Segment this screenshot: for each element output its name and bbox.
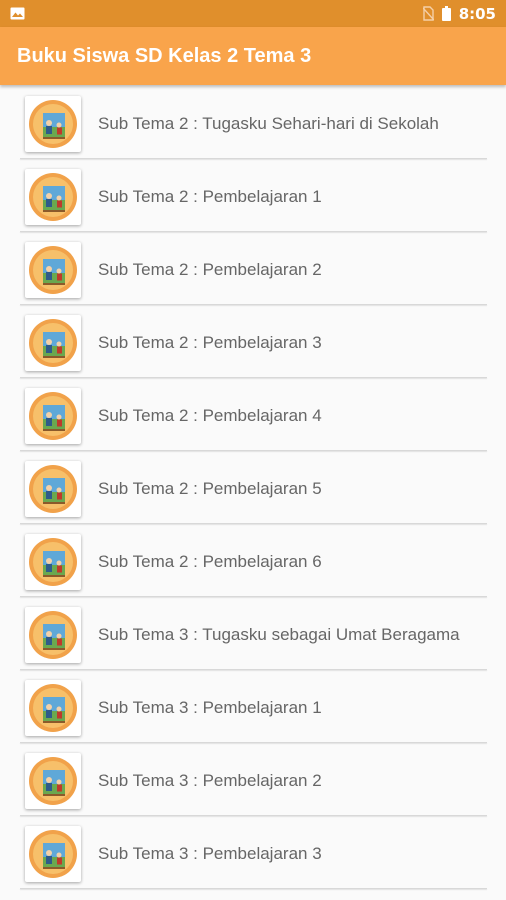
- list-item[interactable]: Sub Tema 2 : Tugasku Sehari-hari di Seko…: [0, 88, 506, 161]
- book-cover-icon: [25, 607, 81, 663]
- list-item[interactable]: Sub Tema 3 : Pembelajaran 3: [0, 818, 506, 891]
- list-item-label: Sub Tema 2 : Pembelajaran 1: [98, 186, 322, 206]
- divider: [20, 742, 487, 743]
- list-item[interactable]: Sub Tema 3 : Pembelajaran 2: [0, 745, 506, 818]
- divider: [20, 158, 487, 159]
- app-bar: Buku Siswa SD Kelas 2 Tema 3: [0, 27, 506, 85]
- battery-icon: [441, 6, 451, 21]
- divider: [20, 669, 487, 670]
- list-item[interactable]: Sub Tema 2 : Pembelajaran 6: [0, 526, 506, 599]
- list-item-label: Sub Tema 2 : Pembelajaran 2: [98, 259, 322, 279]
- divider: [20, 596, 487, 597]
- book-cover-icon: [25, 826, 81, 882]
- divider: [20, 888, 487, 889]
- list-item-label: Sub Tema 3 : Tugasku sebagai Umat Beraga…: [98, 624, 460, 644]
- app-title: Buku Siswa SD Kelas 2 Tema 3: [17, 44, 312, 67]
- list-item-label: Sub Tema 2 : Pembelajaran 4: [98, 405, 322, 425]
- book-cover-icon: [25, 461, 81, 517]
- book-cover-icon: [25, 388, 81, 444]
- list-item-label: Sub Tema 2 : Tugasku Sehari-hari di Seko…: [98, 113, 439, 133]
- chapter-list: Sub Tema 2 : Tugasku Sehari-hari di Seko…: [0, 88, 506, 891]
- list-item[interactable]: Sub Tema 2 : Pembelajaran 3: [0, 307, 506, 380]
- book-cover-icon: [25, 96, 81, 152]
- status-bar: 8:05: [0, 0, 506, 27]
- divider: [20, 231, 487, 232]
- gallery-icon: [10, 7, 25, 20]
- list-item[interactable]: Sub Tema 3 : Pembelajaran 1: [0, 672, 506, 745]
- list-item-label: Sub Tema 3 : Pembelajaran 1: [98, 697, 322, 717]
- list-item[interactable]: Sub Tema 2 : Pembelajaran 5: [0, 453, 506, 526]
- list-item-label: Sub Tema 3 : Pembelajaran 2: [98, 770, 322, 790]
- list-item-label: Sub Tema 3 : Pembelajaran 3: [98, 843, 322, 863]
- status-time: 8:05: [458, 4, 496, 23]
- book-cover-icon: [25, 753, 81, 809]
- divider: [20, 523, 487, 524]
- divider: [20, 450, 487, 451]
- list-item-label: Sub Tema 2 : Pembelajaran 6: [98, 551, 322, 571]
- book-cover-icon: [25, 242, 81, 298]
- list-item-label: Sub Tema 2 : Pembelajaran 3: [98, 332, 322, 352]
- divider: [20, 304, 487, 305]
- book-cover-icon: [25, 534, 81, 590]
- list-item[interactable]: Sub Tema 3 : Tugasku sebagai Umat Beraga…: [0, 599, 506, 672]
- list-item[interactable]: Sub Tema 2 : Pembelajaran 2: [0, 234, 506, 307]
- list-item[interactable]: Sub Tema 2 : Pembelajaran 4: [0, 380, 506, 453]
- divider: [20, 815, 487, 816]
- book-cover-icon: [25, 680, 81, 736]
- no-sim-icon: [422, 6, 434, 21]
- book-cover-icon: [25, 315, 81, 371]
- list-item[interactable]: Sub Tema 2 : Pembelajaran 1: [0, 161, 506, 234]
- divider: [20, 377, 487, 378]
- list-item-label: Sub Tema 2 : Pembelajaran 5: [98, 478, 322, 498]
- book-cover-icon: [25, 169, 81, 225]
